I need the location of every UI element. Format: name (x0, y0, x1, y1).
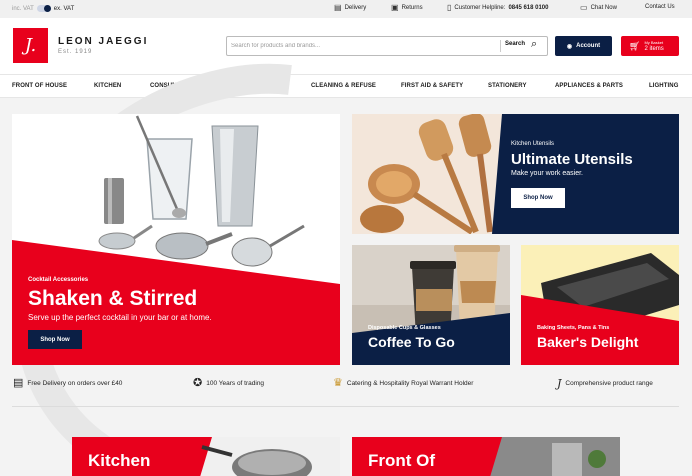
returns-label: Returns (401, 5, 423, 11)
chat-icon: ▭ (580, 3, 588, 12)
cocktail-product-image (12, 114, 340, 365)
nav-item-appliances-parts[interactable]: APPLIANCES & PARTS (555, 83, 623, 89)
basket-button[interactable]: 🛒︎ My Basket 2 items (621, 36, 679, 56)
nav-item-front-of-house[interactable]: FRONT OF HOUSE (12, 83, 67, 89)
feature-100-years: ✪ 100 Years of trading (193, 378, 264, 389)
logo-glyph: J. (24, 35, 37, 56)
hero-cocktail-banner[interactable]: Cocktail Accessories Shaken & Stirred Se… (12, 114, 340, 365)
category-card-front-of-house[interactable]: Front Of (352, 437, 620, 476)
hero-utensils-title: Ultimate Utensils (511, 151, 633, 168)
contact-link[interactable]: Contact Us (645, 4, 675, 10)
royal-crest-icon: ♛ (333, 377, 343, 389)
search-bar: Search ⌕ (226, 36, 548, 56)
logo[interactable]: J. (13, 28, 48, 63)
tile-baker-title: Baker's Delight (537, 334, 639, 350)
nav-item-stationery[interactable]: STATIONERY (488, 83, 527, 89)
utility-bar: inc. VAT ex. VAT ▤ Delivery ▣ Returns ▯ … (0, 0, 692, 18)
feature-text: Catering & Hospitality Royal Warrant Hol… (346, 380, 474, 387)
nav-item-cleaning-refuse[interactable]: CLEANING & REFUSE (311, 83, 376, 89)
search-icon[interactable]: ⌕ (531, 38, 537, 51)
feature-product-range: J Comprehensive product range (557, 378, 653, 389)
tile-coffee-title: Coffee To Go (368, 334, 455, 350)
award-icon: ✪ (193, 377, 203, 389)
vat-toggle[interactable] (36, 5, 51, 12)
search-button[interactable]: Search (505, 41, 525, 47)
tile-coffee-to-go[interactable]: Disposable Cups & Glasses Coffee To Go (352, 245, 510, 365)
search-divider (500, 40, 501, 52)
nav-item-first-aid-safety[interactable]: FIRST AID & SAFETY (401, 83, 463, 89)
helpline-number: 0845 618 0100 (508, 5, 549, 11)
site-header: J. LEON JAEGGI Est. 1919 Search ⌕ ◉ Acco… (0, 18, 692, 74)
category-card-kitchen[interactable]: Kitchen (72, 437, 340, 476)
hero-cocktail-title: Shaken & Stirred (28, 287, 198, 310)
chat-label: Chat Now (590, 5, 617, 11)
vat-inc-label[interactable]: inc. VAT (12, 6, 34, 12)
feature-strip: ▤ Free Delivery on orders over £40 ✪ 100… (0, 378, 692, 396)
returns-link[interactable]: ▣ Returns (391, 4, 423, 12)
returns-icon: ▣ (391, 3, 399, 12)
front-of-house-card-title: Front Of (368, 451, 436, 470)
hero-utensils-banner[interactable]: Kitchen Utensils Ultimate Utensils Make … (352, 114, 679, 234)
feature-text: Comprehensive product range (565, 380, 653, 387)
brand-established: Est. 1919 (58, 49, 93, 55)
tile-coffee-subtitle: Disposable Cups & Glasses (368, 325, 441, 331)
hero-cocktail-shop-button[interactable]: Shop Now (28, 330, 82, 349)
feature-text: Free Delivery on orders over £40 (27, 380, 123, 387)
basket-count: 2 items (644, 46, 664, 52)
hero-utensils-shop-button[interactable]: Shop Now (511, 188, 565, 208)
delivery-icon: ▤ (13, 377, 24, 389)
account-button[interactable]: ◉ Account (555, 36, 612, 56)
nav-item-bar-glassware[interactable]: BAR & GLASSWARE (225, 83, 286, 89)
feature-text: 100 Years of trading (206, 380, 265, 387)
main-nav: FRONT OF HOUSE KITCHEN CONSUMABLES BAR &… (0, 74, 692, 98)
brand-name[interactable]: LEON JAEGGI (58, 36, 148, 47)
vat-toggle-group[interactable]: inc. VAT ex. VAT (12, 5, 74, 12)
tile-bakers-delight[interactable]: Baking Sheets, Pans & Tins Baker's Delig… (521, 245, 679, 365)
nav-item-lighting[interactable]: LIGHTING (649, 83, 678, 89)
nav-item-consumables[interactable]: CONSUMABLES (150, 83, 198, 89)
delivery-label: Delivery (344, 5, 367, 11)
kitchen-card-title: Kitchen (88, 451, 151, 470)
vat-ex-label[interactable]: ex. VAT (54, 6, 74, 12)
hero-cocktail-subtitle: Cocktail Accessories (28, 277, 89, 283)
helpline-label: Customer Helpline: (454, 5, 506, 11)
helpline-link[interactable]: ▯ Customer Helpline: 0845 618 0100 (447, 4, 548, 12)
chat-link[interactable]: ▭ Chat Now (580, 4, 617, 12)
contact-label: Contact Us (645, 4, 675, 10)
delivery-link[interactable]: ▤ Delivery (334, 4, 366, 12)
tile-baker-subtitle: Baking Sheets, Pans & Tins (537, 325, 610, 331)
section-divider (12, 406, 679, 407)
hero-cocktail-description: Serve up the perfect cocktail in your ba… (28, 313, 212, 322)
feature-free-delivery: ▤ Free Delivery on orders over £40 (13, 378, 122, 389)
search-input[interactable] (231, 40, 496, 52)
feature-royal-warrant: ♛ Catering & Hospitality Royal Warrant H… (333, 378, 473, 389)
cart-icon: 🛒︎ (629, 40, 641, 51)
user-icon: ◉ (566, 43, 573, 50)
hero-utensils-subtitle: Kitchen Utensils (511, 141, 555, 147)
nav-item-kitchen[interactable]: KITCHEN (94, 83, 121, 89)
truck-icon: ▤ (334, 3, 342, 12)
phone-icon: ▯ (447, 3, 452, 12)
hero-utensils-description: Make your work easier. (511, 170, 583, 177)
brand-j-icon: J (557, 377, 562, 390)
account-label: Account (576, 43, 601, 49)
